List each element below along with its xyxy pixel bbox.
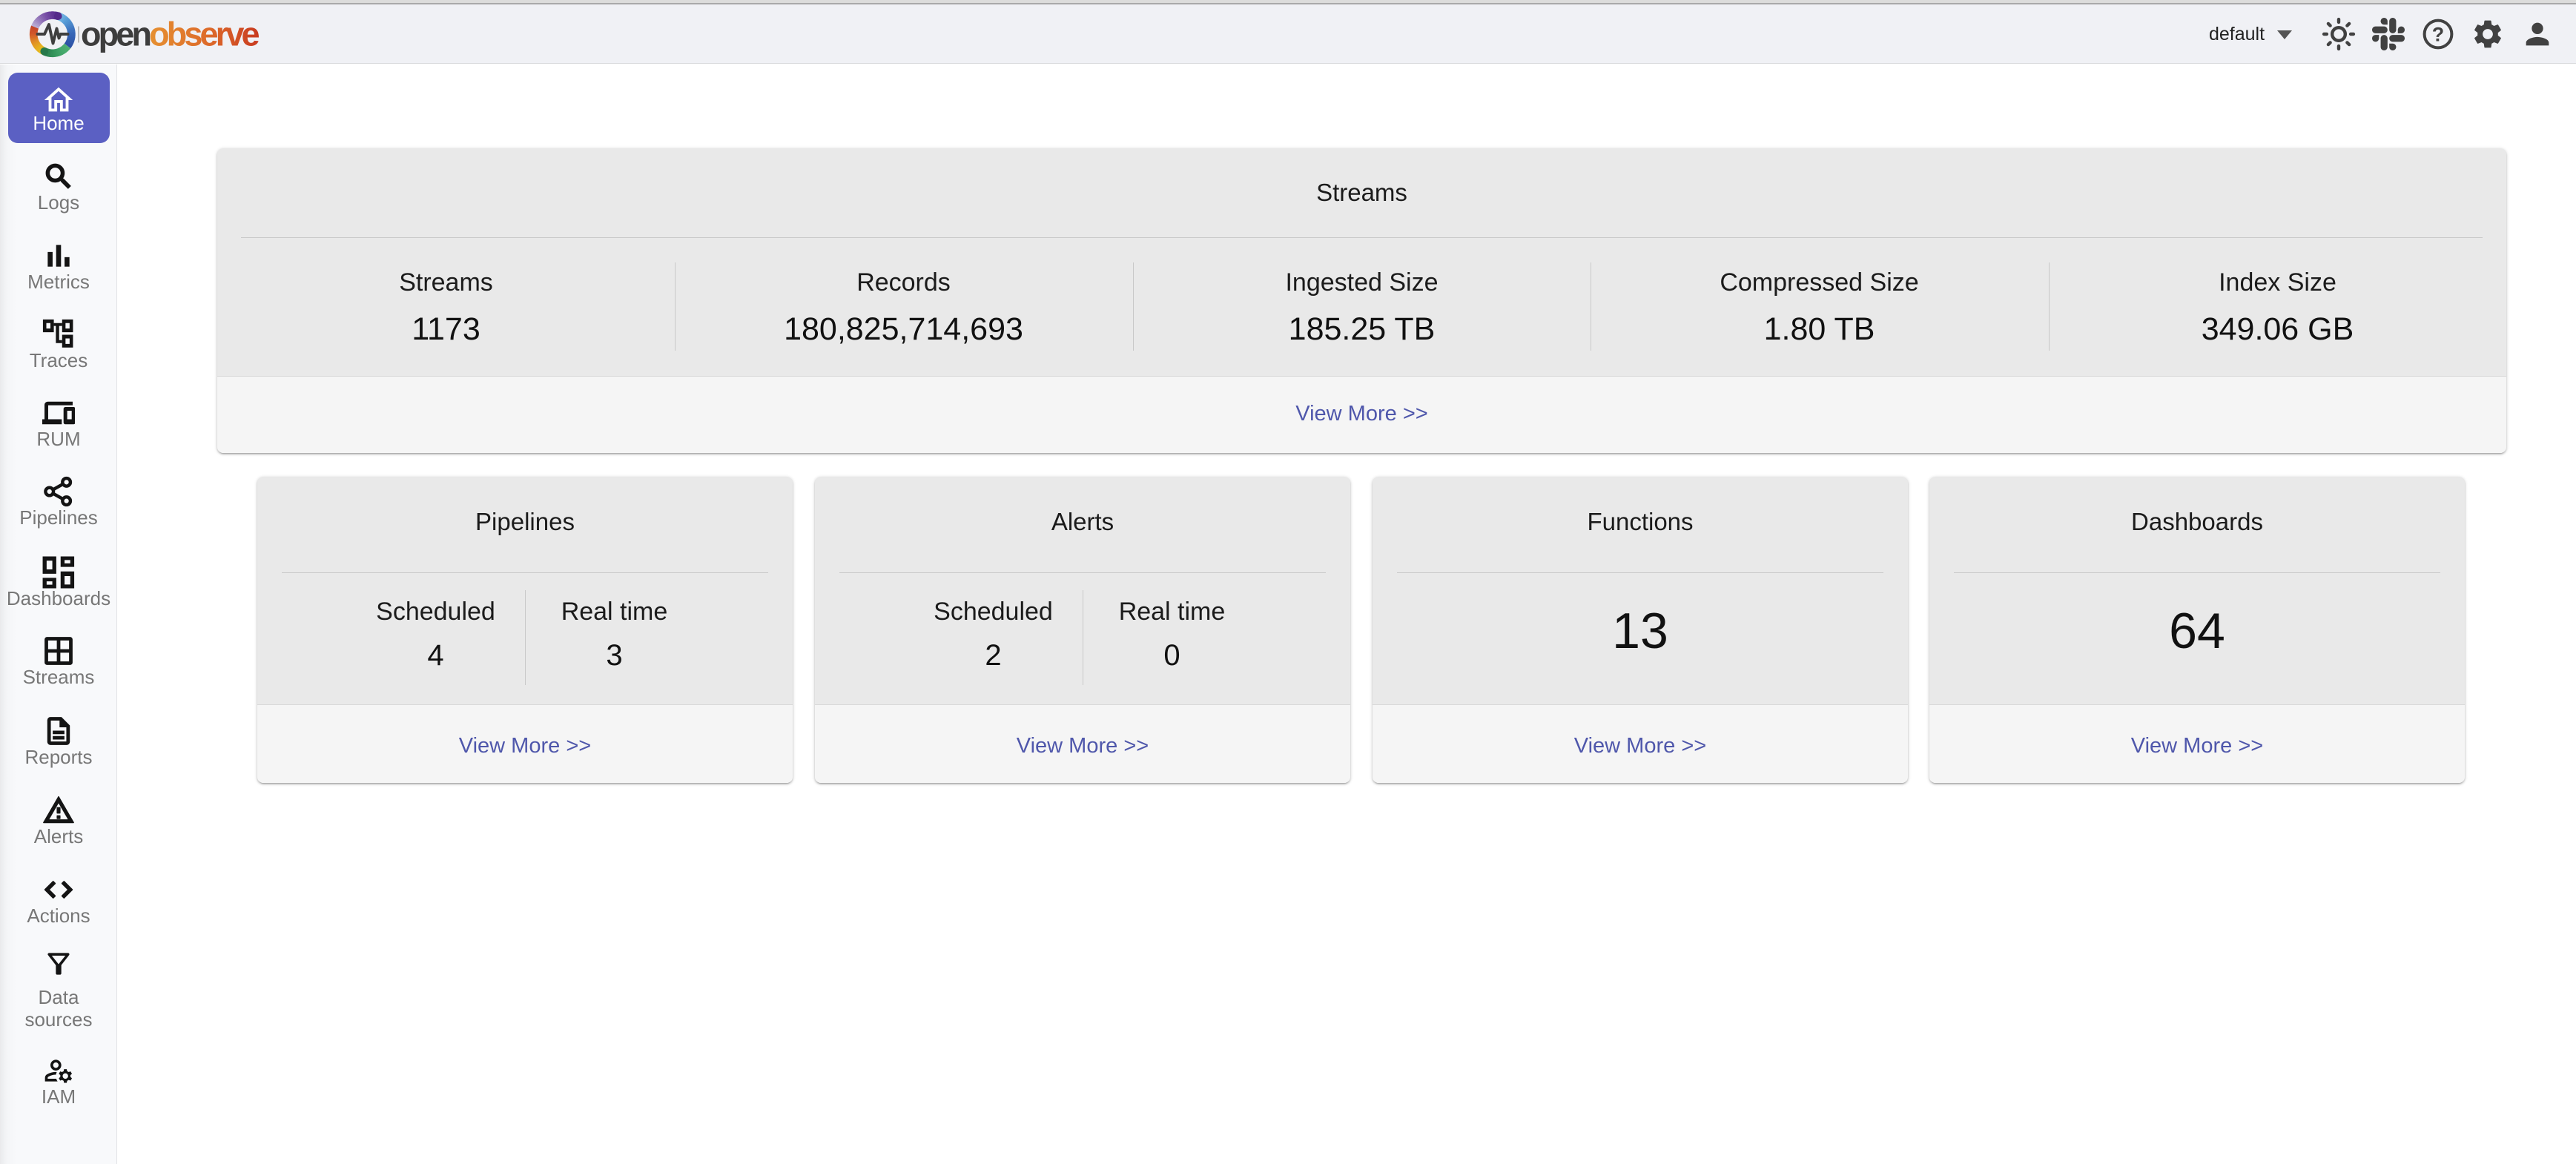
svg-text:?: ? (2432, 24, 2444, 46)
svg-text:openobserve: openobserve (81, 16, 260, 53)
